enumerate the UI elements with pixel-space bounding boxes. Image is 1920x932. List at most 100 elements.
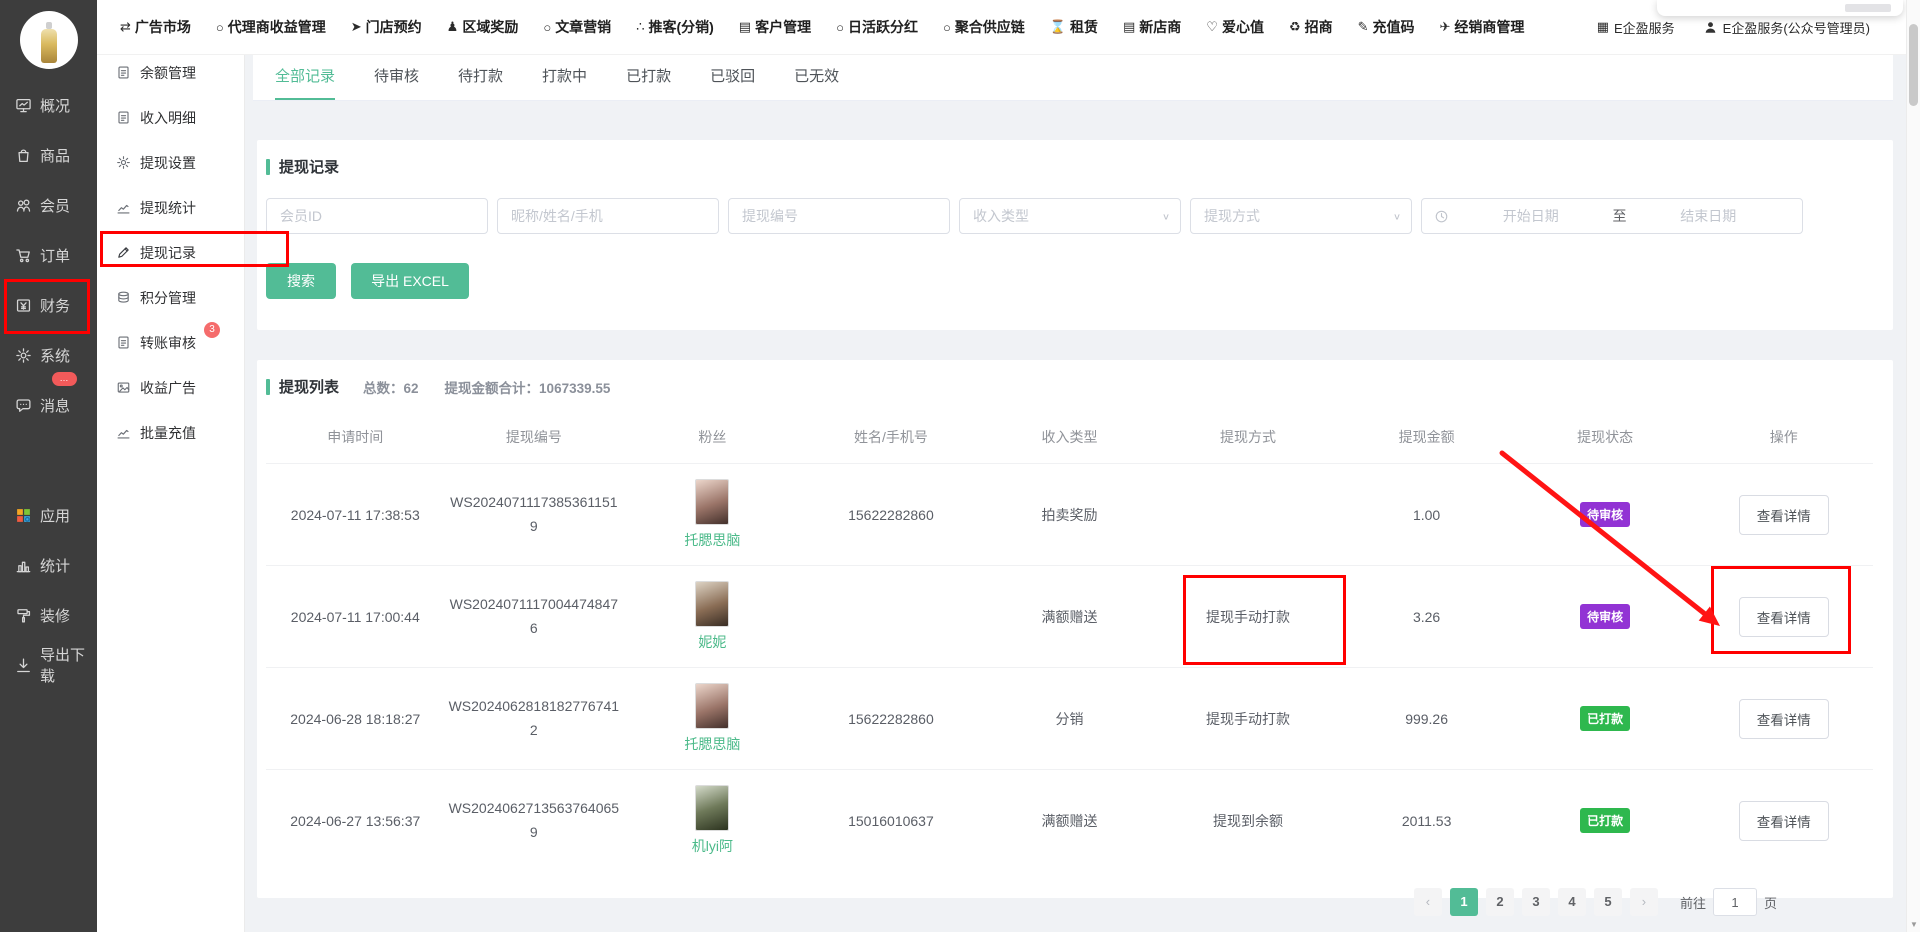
nav-item-article-marketing[interactable]: ○文章营销 <box>543 17 611 37</box>
fan-name-link[interactable]: 妮妮 <box>698 632 726 652</box>
date-separator: 至 <box>1613 206 1627 226</box>
line-chart-icon <box>116 200 131 215</box>
sidebar-item-orders[interactable]: 订单 <box>0 230 97 280</box>
tab-all-records[interactable]: 全部记录 <box>275 55 335 100</box>
submenu-item-income-detail[interactable]: 收入明细 <box>97 95 244 140</box>
account-menu[interactable]: E企盈服务(公众号管理员) <box>1703 18 1870 37</box>
next-page-button[interactable]: › <box>1630 888 1658 916</box>
sidebar-label: 统计 <box>40 555 70 576</box>
nav-label: 代理商收益管理 <box>228 17 326 37</box>
nav-item-investment[interactable]: ♻招商 <box>1289 17 1333 37</box>
top-nav-items: ⇄广告市场 ○代理商收益管理 ➤门店预约 ♟区域奖励 ○文章营销 ∴推客(分销)… <box>120 17 1597 37</box>
sidebar-item-stats[interactable]: 统计 <box>0 540 97 590</box>
submenu-item-batch-recharge[interactable]: 批量充值 <box>97 410 244 455</box>
service-menu[interactable]: ▦E企盈服务 <box>1597 18 1675 37</box>
fan-name-link[interactable]: 机lyi阿 <box>692 836 733 856</box>
tab-pending-review[interactable]: 待审核 <box>374 55 419 100</box>
scrollbar-thumb[interactable] <box>1909 24 1918 106</box>
sidebar-item-system[interactable]: 系统 <box>0 330 97 380</box>
page-button-1[interactable]: 1 <box>1450 888 1478 916</box>
image-icon <box>116 380 131 395</box>
sidebar-item-decorate[interactable]: 装修 <box>0 590 97 640</box>
withdraw-method-select[interactable]: 提现方式 ∨ <box>1190 198 1412 234</box>
nav-label: 广告市场 <box>135 17 191 37</box>
logo-avatar[interactable] <box>0 0 97 80</box>
nav-item-recharge-code[interactable]: ✎充值码 <box>1358 17 1415 37</box>
sidebar-item-members[interactable]: 会员 <box>0 180 97 230</box>
search-button[interactable]: 搜索 <box>266 263 336 299</box>
tab-pending-payment[interactable]: 待打款 <box>458 55 503 100</box>
nav-item-dealer-mgmt[interactable]: ✈经销商管理 <box>1440 17 1525 37</box>
total-count: 总数：62 <box>363 377 419 397</box>
cell-phone: 15622282860 <box>802 711 981 727</box>
page-button-4[interactable]: 4 <box>1558 888 1586 916</box>
export-excel-button[interactable]: 导出 EXCEL <box>351 263 469 299</box>
submenu-item-balance[interactable]: 余额管理 <box>97 50 244 95</box>
scrollbar-down-arrow[interactable]: ▼ <box>1907 920 1920 929</box>
page-scrollbar[interactable]: ▼ <box>1906 0 1920 932</box>
submenu-item-revenue-ads[interactable]: 收益广告 <box>97 365 244 410</box>
nickname-input[interactable] <box>497 198 719 234</box>
panel-icon: ▤ <box>739 19 751 35</box>
cart-icon <box>15 247 32 264</box>
fan-name-link[interactable]: 托腮思脑 <box>684 734 740 754</box>
tab-invalid[interactable]: 已无效 <box>794 55 839 100</box>
fan-avatar[interactable] <box>695 479 729 525</box>
main-sidebar: 概况 商品 会员 订单 财务 系统 消息 … 应用 统计 装修 导出下载 <box>0 0 97 932</box>
bag-icon <box>15 147 32 164</box>
submenu-item-transfer-review[interactable]: 转账审核 3 <box>97 320 244 365</box>
page-button-2[interactable]: 2 <box>1486 888 1514 916</box>
fan-avatar[interactable] <box>695 785 729 831</box>
nav-item-new-store[interactable]: ▤新店商 <box>1123 17 1181 37</box>
submenu-label: 批量充值 <box>140 423 196 443</box>
nav-label: 区域奖励 <box>462 17 518 37</box>
sidebar-item-export-download[interactable]: 导出下载 <box>0 640 97 690</box>
submenu-item-points[interactable]: 积分管理 <box>97 275 244 320</box>
page-button-3[interactable]: 3 <box>1522 888 1550 916</box>
cell-method: 提现手动打款 <box>1159 607 1338 627</box>
document-icon <box>116 110 131 125</box>
view-detail-button[interactable]: 查看详情 <box>1739 597 1829 637</box>
nav-item-supply-chain[interactable]: ○聚合供应链 <box>943 17 1025 37</box>
nav-item-daily-dividend[interactable]: ○日活跃分红 <box>836 17 918 37</box>
date-range-picker[interactable]: 开始日期 至 结束日期 <box>1421 198 1803 234</box>
nav-item-customer-mgmt[interactable]: ▤客户管理 <box>739 17 811 37</box>
tab-paid[interactable]: 已打款 <box>626 55 671 100</box>
view-detail-button[interactable]: 查看详情 <box>1739 801 1829 841</box>
nav-item-rental[interactable]: ⌛租赁 <box>1050 17 1098 37</box>
fan-avatar[interactable] <box>695 581 729 627</box>
income-type-select[interactable]: 收入类型 ∨ <box>959 198 1181 234</box>
sidebar-item-products[interactable]: 商品 <box>0 130 97 180</box>
start-date-placeholder: 开始日期 <box>1449 206 1613 226</box>
fan-name-link[interactable]: 托腮思脑 <box>684 530 740 550</box>
nav-item-store-booking[interactable]: ➤门店预约 <box>351 17 422 37</box>
nav-item-love-value[interactable]: ♡爱心值 <box>1206 17 1264 37</box>
submenu-item-withdraw-settings[interactable]: 提现设置 <box>97 140 244 185</box>
goto-page-input[interactable] <box>1713 888 1757 916</box>
account-label: E企盈服务(公众号管理员) <box>1723 18 1870 37</box>
submenu-label: 积分管理 <box>140 288 196 308</box>
view-detail-button[interactable]: 查看详情 <box>1739 699 1829 739</box>
nav-item-ad-market[interactable]: ⇄广告市场 <box>120 17 191 37</box>
nav-label: 聚合供应链 <box>955 17 1025 37</box>
prev-page-button[interactable]: ‹ <box>1414 888 1442 916</box>
tab-rejected[interactable]: 已驳回 <box>710 55 755 100</box>
sidebar-item-overview[interactable]: 概况 <box>0 80 97 130</box>
tab-paying[interactable]: 打款中 <box>542 55 587 100</box>
sidebar-item-messages[interactable]: 消息 … <box>0 380 97 430</box>
withdraw-no-input[interactable] <box>728 198 950 234</box>
submenu-item-withdraw-stats[interactable]: 提现统计 <box>97 185 244 230</box>
grid-icon: ▦ <box>1597 19 1609 35</box>
nav-item-agent-revenue[interactable]: ○代理商收益管理 <box>216 17 326 37</box>
nav-item-promoter[interactable]: ∴推客(分销) <box>636 17 714 37</box>
member-id-input[interactable] <box>266 198 488 234</box>
cell-time: 2024-06-27 13:56:37 <box>266 813 445 829</box>
view-detail-button[interactable]: 查看详情 <box>1739 495 1829 535</box>
sidebar-item-finance[interactable]: 财务 <box>0 280 97 330</box>
page-button-5[interactable]: 5 <box>1594 888 1622 916</box>
sidebar-item-apps[interactable]: 应用 <box>0 490 97 540</box>
submenu-item-withdraw-records[interactable]: 提现记录 <box>97 230 244 275</box>
share-icon: ∴ <box>636 19 644 35</box>
fan-avatar[interactable] <box>695 683 729 729</box>
nav-item-region-reward[interactable]: ♟区域奖励 <box>447 17 519 37</box>
